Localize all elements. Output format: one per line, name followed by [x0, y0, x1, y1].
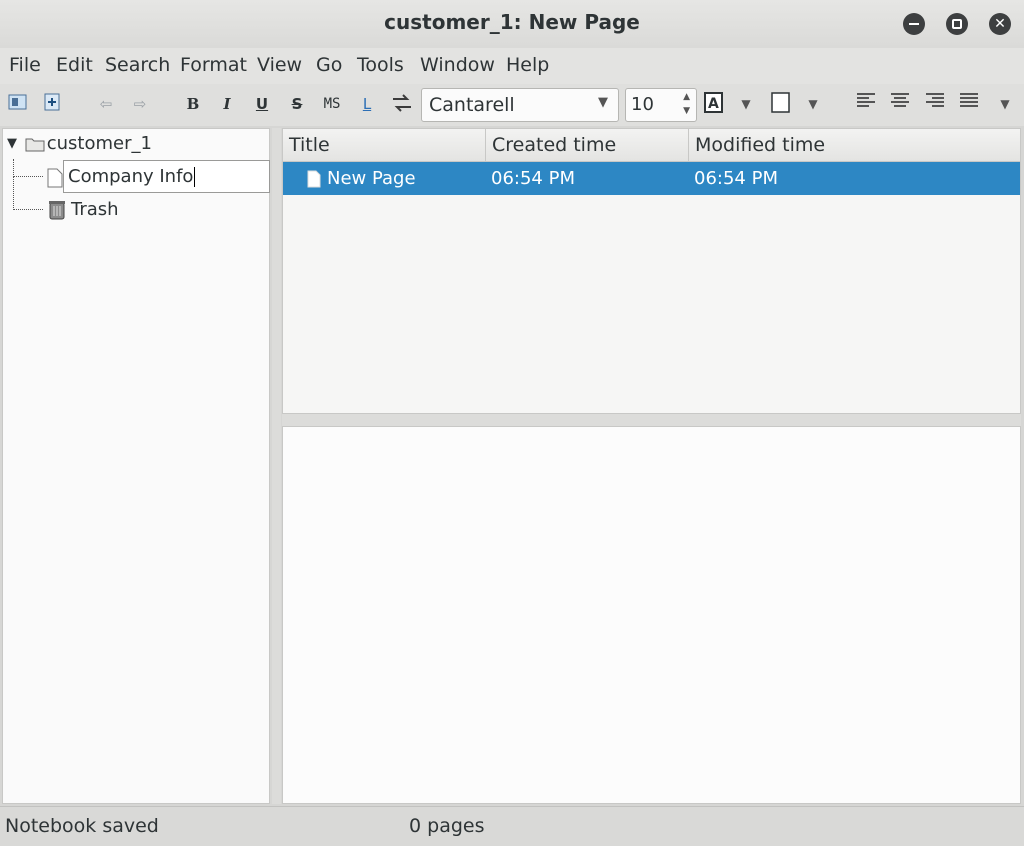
insert-icon[interactable]	[391, 92, 413, 116]
menu-tools[interactable]: Tools	[357, 54, 404, 76]
menu-file[interactable]: File	[9, 54, 41, 76]
title-bar: customer_1: New Page ✕	[0, 0, 1024, 48]
tree-connector	[13, 177, 43, 210]
row-title-cell: New Page	[307, 162, 416, 195]
bold-button[interactable]: B	[183, 92, 203, 116]
align-justify-icon[interactable]	[959, 92, 979, 116]
font-family-combo[interactable]: Cantarell ▼	[421, 88, 619, 122]
menu-view[interactable]: View	[257, 54, 302, 76]
menu-search[interactable]: Search	[105, 54, 170, 76]
notebook-name: customer_1	[46, 133, 152, 154]
row-modified: 06:54 PM	[694, 168, 778, 189]
page-icon	[47, 168, 63, 188]
font-size-spinner[interactable]: 10 ▲ ▼	[625, 88, 697, 122]
menu-help[interactable]: Help	[506, 54, 549, 76]
row-created: 06:54 PM	[491, 168, 575, 189]
page-count: 0 pages	[409, 815, 485, 837]
menu-format[interactable]: Format	[180, 54, 247, 76]
background-color-dropdown-icon[interactable]: ▼	[805, 92, 821, 116]
page-icon	[307, 170, 321, 188]
tree-connector	[13, 159, 43, 177]
background-color-icon[interactable]	[771, 92, 791, 116]
status-message: Notebook saved	[5, 815, 159, 837]
maximize-button[interactable]	[946, 13, 968, 35]
italic-button[interactable]: I	[217, 92, 237, 116]
minimize-button[interactable]	[903, 13, 925, 35]
column-header-created[interactable]: Created time	[486, 129, 689, 162]
new-page-icon[interactable]	[43, 92, 63, 116]
font-size-value: 10	[631, 94, 654, 115]
rename-input[interactable]: Company Info	[63, 160, 270, 193]
toolbar-overflow-icon[interactable]: ▼	[997, 92, 1013, 116]
text-color-icon[interactable]: A	[704, 92, 724, 116]
forward-arrow-icon[interactable]: ⇨	[130, 92, 150, 116]
align-right-icon[interactable]	[925, 92, 945, 116]
column-header-modified[interactable]: Modified time	[689, 129, 1020, 162]
back-arrow-icon[interactable]: ⇦	[96, 92, 116, 116]
monospace-button[interactable]: MS	[320, 92, 344, 116]
expander-icon[interactable]: ▼	[7, 136, 17, 151]
new-notebook-icon[interactable]	[8, 92, 28, 116]
trash-icon	[49, 201, 65, 220]
increment-icon[interactable]: ▲	[683, 92, 690, 102]
svg-text:A: A	[708, 96, 719, 112]
trash-label: Trash	[71, 199, 119, 220]
decrement-icon[interactable]: ▼	[683, 106, 690, 116]
pane-divider-vertical[interactable]	[272, 128, 281, 804]
menu-window[interactable]: Window	[420, 54, 495, 76]
pane-divider-horizontal[interactable]	[282, 414, 1021, 426]
chevron-down-icon: ▼	[598, 95, 608, 110]
page-editor[interactable]	[282, 426, 1021, 804]
table-row[interactable]: New Page 06:54 PM 06:54 PM	[283, 162, 1020, 195]
align-left-icon[interactable]	[856, 92, 876, 116]
column-header-title[interactable]: Title	[283, 129, 486, 162]
align-center-icon[interactable]	[890, 92, 910, 116]
row-title: New Page	[327, 168, 416, 189]
underline-button[interactable]: U	[252, 92, 272, 116]
status-bar: Notebook saved 0 pages	[0, 806, 1024, 846]
window-title: customer_1: New Page	[384, 10, 640, 34]
notebook-tree[interactable]: ▼ customer_1 Trash	[2, 128, 270, 804]
tree-item-page[interactable]	[47, 163, 63, 193]
menu-edit[interactable]: Edit	[56, 54, 93, 76]
close-button[interactable]: ✕	[989, 13, 1011, 35]
page-list[interactable]: Title Created time Modified time New Pag…	[282, 128, 1021, 414]
link-button[interactable]: L	[357, 92, 377, 116]
font-family-value: Cantarell	[429, 94, 515, 116]
menu-go[interactable]: Go	[316, 54, 342, 76]
text-color-dropdown-icon[interactable]: ▼	[738, 92, 754, 116]
strikethrough-button[interactable]: S	[287, 92, 307, 116]
menu-bar: File Edit Search Format View Go Tools Wi…	[0, 48, 1024, 84]
tree-item-notebook[interactable]: ▼ customer_1	[7, 129, 152, 159]
folder-icon	[25, 138, 45, 152]
tree-item-trash[interactable]: Trash	[47, 195, 119, 225]
